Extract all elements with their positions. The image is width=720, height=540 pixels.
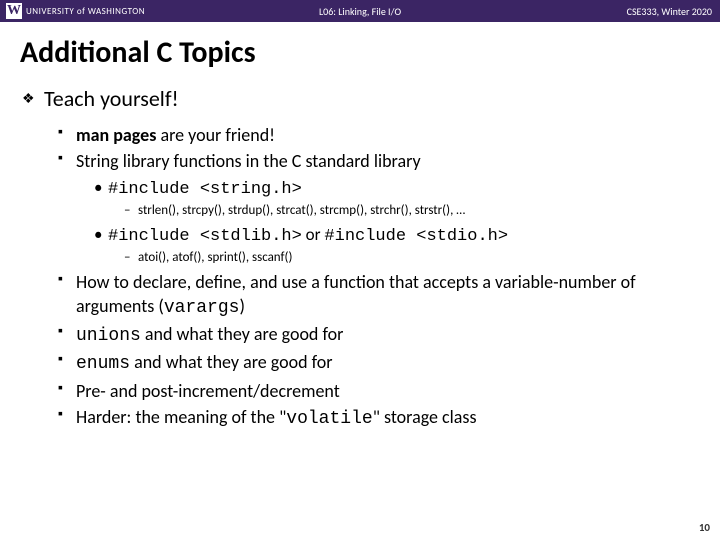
unions-rest: and what they are good for bbox=[141, 323, 344, 345]
include-stdlib-code: #include <stdlib.h> bbox=[108, 227, 302, 246]
item-varargs: How to declare, define, and use a functi… bbox=[58, 270, 700, 321]
page-number: 10 bbox=[699, 521, 710, 534]
slide-header: W UNIVERSITY of WASHINGTON L06: Linking,… bbox=[0, 0, 720, 22]
item-volatile: Harder: the meaning of the "volatile" st… bbox=[58, 405, 700, 431]
item-unions: unions and what they are good for bbox=[58, 322, 700, 348]
include-or: or bbox=[302, 224, 325, 245]
topic-list: man pages are your friend! String librar… bbox=[58, 123, 700, 431]
varargs-text-b: ) bbox=[239, 295, 244, 317]
volatile-code: volatile bbox=[286, 409, 372, 429]
item-include-string: #include <string.h> strlen(), strcpy(), … bbox=[94, 176, 700, 221]
course-label: CSE333, Winter 2020 bbox=[627, 5, 720, 18]
diamond-bullet-icon: ❖ bbox=[22, 85, 44, 113]
item-stdlib-fns: atoi(), atof(), sprint(), sscanf() bbox=[124, 249, 700, 267]
unions-code: unions bbox=[76, 326, 141, 346]
man-pages-rest: are your friend! bbox=[156, 124, 275, 146]
item-increment: Pre- and post-increment/decrement bbox=[58, 379, 700, 403]
item-enums: enums and what they are good for bbox=[58, 350, 700, 376]
include-string-code: #include <string.h> bbox=[108, 180, 302, 199]
bullet-teach-yourself: ❖ Teach yourself! bbox=[22, 85, 700, 113]
lecture-label: L06: Linking, File I/O bbox=[319, 5, 401, 18]
volatile-text-b: " storage class bbox=[373, 406, 477, 428]
include-stdio-code: #include <stdio.h> bbox=[324, 227, 508, 246]
teach-yourself-text: Teach yourself! bbox=[44, 85, 179, 112]
uw-logo: W UNIVERSITY of WASHINGTON bbox=[0, 3, 145, 19]
slide-title: Additional C Topics bbox=[20, 34, 700, 71]
item-man-pages: man pages are your friend! bbox=[58, 123, 700, 147]
volatile-text-a: Harder: the meaning of the " bbox=[76, 406, 286, 428]
varargs-code: varargs bbox=[164, 298, 240, 318]
uw-logo-text: UNIVERSITY of WASHINGTON bbox=[26, 6, 145, 17]
enums-rest: and what they are good for bbox=[130, 351, 333, 373]
varargs-text-a: How to declare, define, and use a functi… bbox=[76, 271, 636, 317]
item-string-fns: strlen(), strcpy(), strdup(), strcat(), … bbox=[124, 202, 700, 220]
uw-w-icon: W bbox=[6, 3, 22, 19]
man-pages-strong: man pages bbox=[76, 124, 156, 146]
item-string-lib: String library functions in the C standa… bbox=[58, 149, 700, 267]
enums-code: enums bbox=[76, 354, 130, 374]
slide-body: Additional C Topics ❖ Teach yourself! ma… bbox=[0, 22, 720, 431]
string-lib-text: String library functions in the C standa… bbox=[76, 150, 421, 172]
item-include-stdlib: #include <stdlib.h> or #include <stdio.h… bbox=[94, 223, 700, 268]
